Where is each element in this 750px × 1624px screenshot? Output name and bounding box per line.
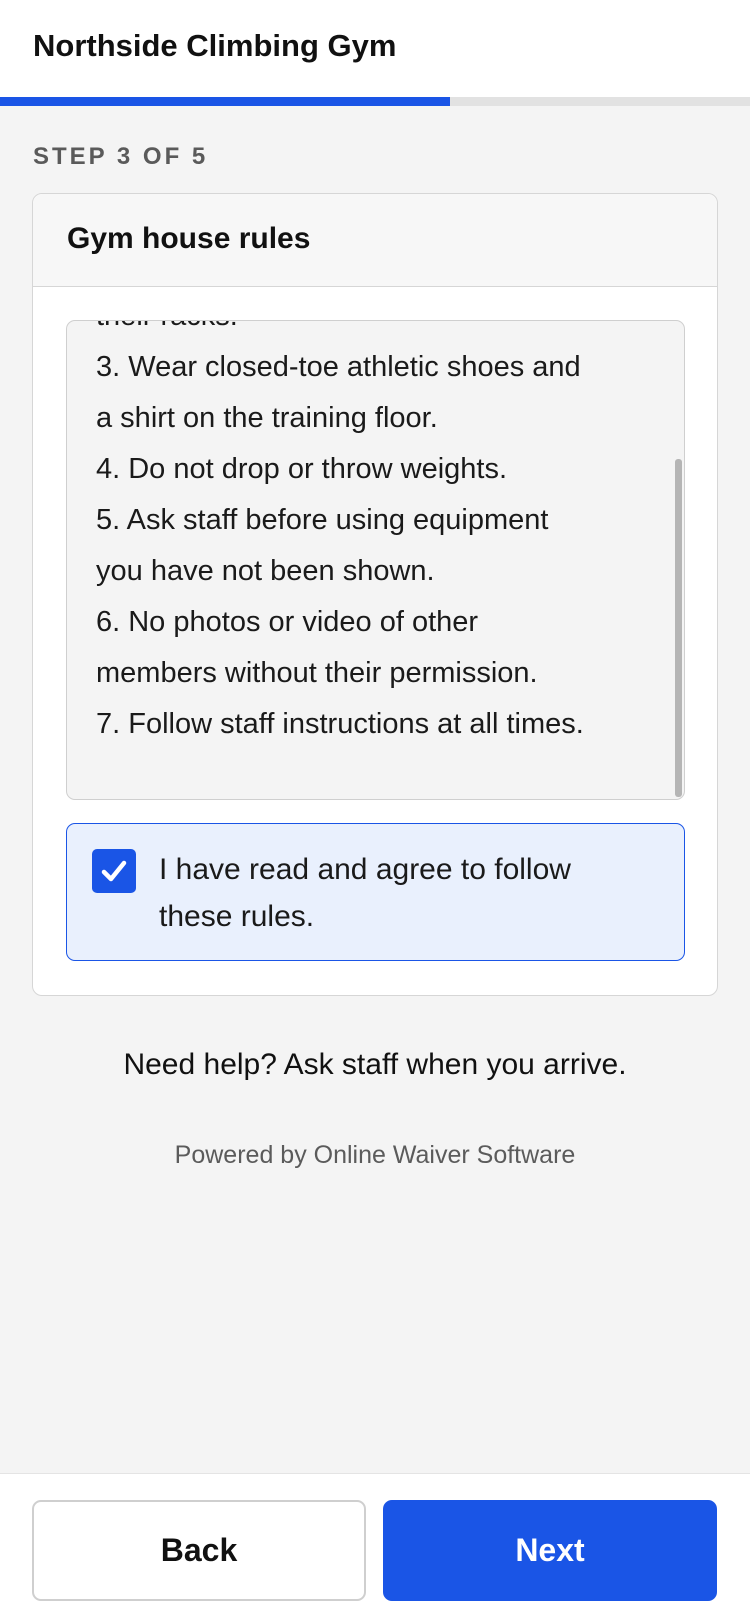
rules-line: you have not been shown. [96,555,435,587]
next-button[interactable]: Next [383,1500,717,1601]
rules-scroll-area[interactable]: their racks. 3. Wear closed-toe athletic… [66,320,685,800]
progress-fill [0,97,450,106]
rules-line: 6. No photos or video of other [96,606,479,638]
rules-line: 3. Wear closed-toe athletic shoes and [96,351,581,383]
powered-by-text: Powered by Online Waiver Software [174,1141,576,1169]
rules-line: their racks. [96,321,666,342]
footer-nav: Back Next [0,1473,750,1624]
gym-name: Northside Climbing Gym [33,28,397,63]
checkmark-icon [101,860,127,882]
help-text: Need help? Ask staff when you arrive. [123,1048,627,1081]
scrollbar-thumb[interactable] [675,459,682,797]
progress-bar [0,97,750,106]
rules-line: 4. Do not drop or throw weights. [96,453,508,485]
rules-line: members without their permission. [96,657,538,689]
card-header: Gym house rules [33,194,717,287]
agreement-checkbox-row[interactable]: I have read and agree to follow these ru… [66,823,685,961]
app-header: Northside Climbing Gym [0,0,750,97]
card-title: Gym house rules [67,222,311,255]
rules-line: 5. Ask staff before using equipment [96,504,549,536]
agreement-label: I have read and agree to follow these ru… [159,853,571,933]
rules-line: a shirt on the training floor. [96,402,438,434]
rules-card: Gym house rules their racks. 3. Wear clo… [32,193,718,996]
rules-text: their racks. 3. Wear closed-toe athletic… [96,321,666,750]
agree-checkbox[interactable] [92,849,136,893]
step-indicator: STEP 3 OF 5 [33,143,209,170]
rules-line: 7. Follow staff instructions at all time… [96,708,584,740]
back-button[interactable]: Back [32,1500,366,1601]
